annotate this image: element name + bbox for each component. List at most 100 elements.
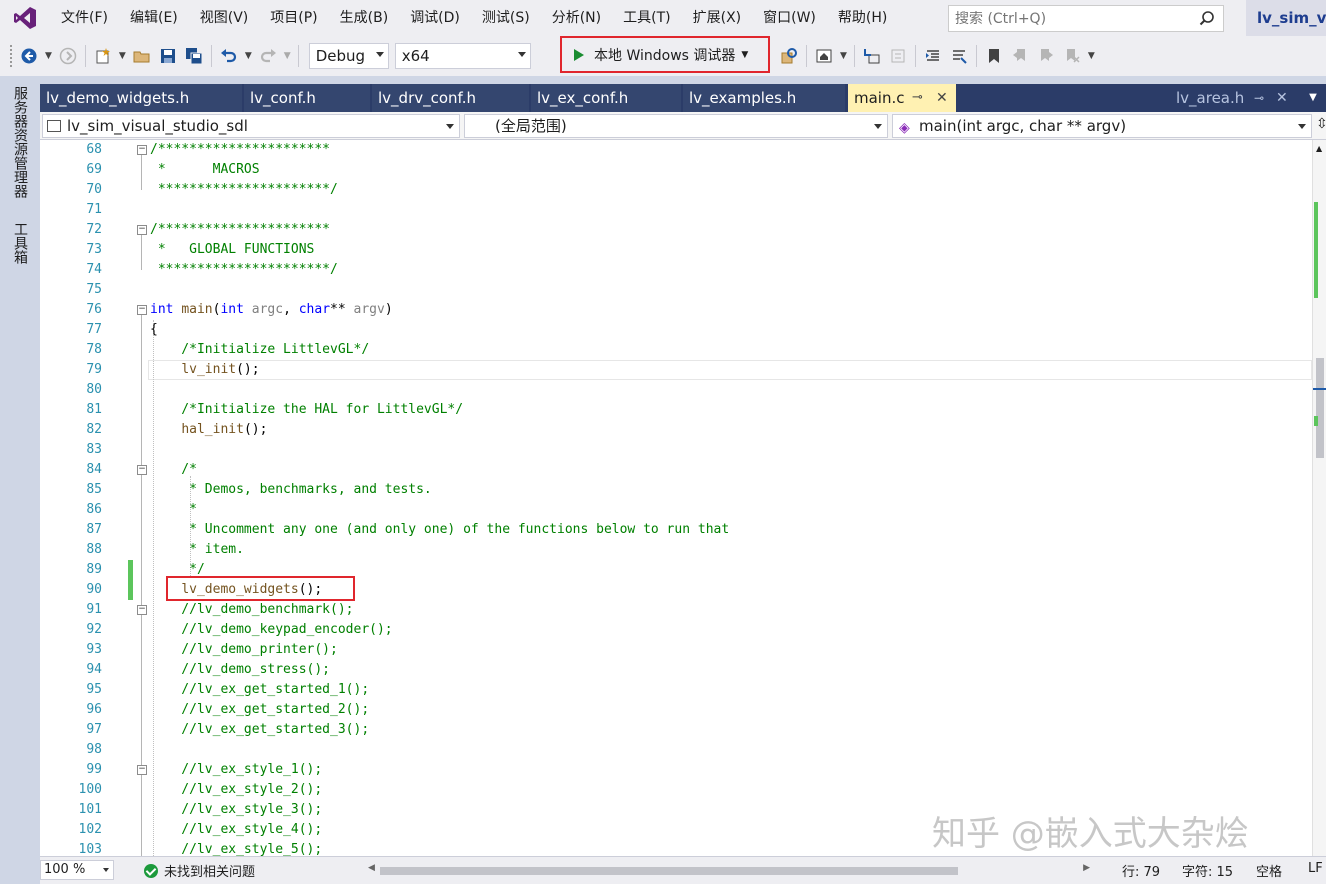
next-bookmark-icon[interactable]: [1034, 43, 1058, 69]
menu-item-3[interactable]: 项目(P): [259, 0, 328, 36]
comment-lines-icon[interactable]: [947, 43, 971, 69]
code-line[interactable]: 95 //lv_ex_get_started_1();: [40, 680, 1312, 700]
code-text[interactable]: /*: [150, 460, 197, 480]
toolbox-tab[interactable]: 工具箱: [10, 222, 30, 264]
collapse-icon[interactable]: −: [137, 305, 147, 315]
back-dropdown-icon[interactable]: ▼: [45, 51, 52, 61]
code-line[interactable]: 98: [40, 740, 1312, 760]
code-text[interactable]: {: [150, 320, 158, 340]
code-line[interactable]: 70 **********************/: [40, 180, 1312, 200]
code-text[interactable]: * Demos, benchmarks, and tests.: [150, 480, 432, 500]
code-text[interactable]: //lv_ex_style_4();: [150, 820, 322, 840]
code-text[interactable]: * Uncomment any one (and only one) of th…: [150, 520, 729, 540]
browser-dropdown-icon[interactable]: ▼: [840, 51, 847, 61]
tab-lv-examples-h[interactable]: lv_examples.h: [683, 84, 845, 112]
tab-lv-demo-widgets-h[interactable]: lv_demo_widgets.h: [40, 84, 242, 112]
code-editor[interactable]: 68/********************** 69 * MACROS 70 *…: [40, 140, 1326, 856]
close-icon[interactable]: ✕: [1276, 84, 1288, 112]
vertical-scrollbar[interactable]: ▲: [1312, 140, 1326, 856]
close-icon[interactable]: ✕: [936, 84, 948, 112]
redo-dropdown-icon[interactable]: ▼: [284, 51, 291, 61]
code-text[interactable]: //lv_demo_benchmark();: [150, 600, 353, 620]
solution-configuration-select[interactable]: Debug: [308, 43, 389, 69]
undo-icon[interactable]: [217, 43, 241, 69]
line-position[interactable]: 行: 79: [1122, 861, 1160, 880]
code-text[interactable]: //lv_ex_style_5();: [150, 840, 322, 856]
step-into-icon[interactable]: [860, 43, 884, 69]
code-line[interactable]: 83: [40, 440, 1312, 460]
menu-item-0[interactable]: 文件(F): [50, 0, 119, 36]
scroll-left-icon[interactable]: ◀: [368, 863, 375, 873]
code-line[interactable]: 94 //lv_demo_stress();: [40, 660, 1312, 680]
code-line[interactable]: 87 * Uncomment any one (and only one) of…: [40, 520, 1312, 540]
menu-item-9[interactable]: 扩展(X): [682, 0, 753, 36]
code-line[interactable]: 74 **********************/: [40, 260, 1312, 280]
tab-lv-conf-h[interactable]: lv_conf.h: [244, 84, 370, 112]
new-dropdown-icon[interactable]: ▼: [119, 51, 126, 61]
code-line[interactable]: 93 //lv_demo_printer();: [40, 640, 1312, 660]
menu-item-6[interactable]: 测试(S): [471, 0, 541, 36]
chevron-down-icon[interactable]: ▼: [741, 50, 748, 60]
search-box[interactable]: [948, 5, 1224, 32]
search-input[interactable]: [955, 10, 1195, 27]
new-project-icon[interactable]: [91, 43, 115, 69]
tab-dropdown-icon[interactable]: ▼: [1300, 84, 1326, 112]
code-text[interactable]: hal_init();: [150, 420, 267, 440]
tab-main-c[interactable]: main.c ⊸ ✕: [848, 84, 956, 112]
horizontal-scroll-thumb[interactable]: [380, 867, 958, 875]
collapse-icon[interactable]: −: [137, 605, 147, 615]
split-window-icon[interactable]: ⇳: [1316, 116, 1326, 132]
forward-icon[interactable]: [56, 43, 80, 69]
undo-dropdown-icon[interactable]: ▼: [245, 51, 252, 61]
code-text[interactable]: *: [150, 500, 197, 520]
code-line[interactable]: 73 * GLOBAL FUNCTIONS: [40, 240, 1312, 260]
horizontal-scrollbar[interactable]: ◀ ▶: [368, 861, 1090, 879]
visual-studio-logo-icon[interactable]: [12, 5, 38, 31]
line-ending[interactable]: LF: [1308, 861, 1323, 876]
save-icon[interactable]: [156, 43, 180, 69]
code-line[interactable]: 85 * Demos, benchmarks, and tests.: [40, 480, 1312, 500]
code-text[interactable]: int main(int argc, char** argv): [150, 300, 393, 320]
code-text[interactable]: //lv_ex_style_2();: [150, 780, 322, 800]
browser-link-icon[interactable]: [812, 43, 836, 69]
vertical-scroll-thumb[interactable]: [1316, 358, 1324, 458]
code-text[interactable]: //lv_demo_keypad_encoder();: [150, 620, 392, 640]
collapse-icon[interactable]: −: [137, 465, 147, 475]
code-text[interactable]: * MACROS: [150, 160, 260, 180]
code-text[interactable]: lv_init();: [150, 360, 259, 380]
scope-select[interactable]: (全局范围): [464, 114, 888, 138]
tab-lv-ex-conf-h[interactable]: lv_ex_conf.h: [531, 84, 681, 112]
previous-bookmark-icon[interactable]: [1008, 43, 1032, 69]
menu-item-7[interactable]: 分析(N): [541, 0, 612, 36]
menu-item-11[interactable]: 帮助(H): [827, 0, 898, 36]
zoom-select[interactable]: 100 %: [40, 860, 114, 880]
menu-item-4[interactable]: 生成(B): [329, 0, 400, 36]
clear-bookmarks-icon[interactable]: [1060, 43, 1084, 69]
code-text[interactable]: //lv_ex_get_started_1();: [150, 680, 369, 700]
code-line[interactable]: 91 //lv_demo_benchmark();: [40, 600, 1312, 620]
code-line[interactable]: 100 //lv_ex_style_2();: [40, 780, 1312, 800]
code-line[interactable]: 97 //lv_ex_get_started_3();: [40, 720, 1312, 740]
code-text[interactable]: //lv_demo_printer();: [150, 640, 338, 660]
collapse-icon[interactable]: −: [137, 145, 147, 155]
collapse-icon[interactable]: −: [137, 225, 147, 235]
code-line[interactable]: 82 hal_init();: [40, 420, 1312, 440]
search-icon[interactable]: [1199, 10, 1215, 30]
toolbar-grip[interactable]: [10, 45, 16, 67]
menu-item-10[interactable]: 窗口(W): [752, 0, 827, 36]
member-select[interactable]: ◈ main(int argc, char ** argv): [892, 114, 1312, 138]
tab-lv-area-h[interactable]: lv_area.h ⊸ ✕: [1170, 84, 1296, 112]
find-in-files-icon[interactable]: [777, 43, 801, 69]
menu-item-5[interactable]: 调试(D): [399, 0, 471, 36]
code-line[interactable]: 71: [40, 200, 1312, 220]
code-line[interactable]: 68 /**********************: [40, 140, 1312, 160]
issues-indicator[interactable]: 未找到相关问题: [144, 861, 255, 880]
menu-item-8[interactable]: 工具(T): [612, 0, 681, 36]
code-text[interactable]: //lv_demo_stress();: [150, 660, 330, 680]
collapse-icon[interactable]: −: [137, 765, 147, 775]
solution-platform-select[interactable]: x64: [394, 43, 531, 69]
code-text[interactable]: //lv_ex_style_1();: [150, 760, 322, 780]
start-debugging-button[interactable]: 本地 Windows 调试器 ▼: [560, 36, 770, 73]
code-text[interactable]: **********************/: [150, 260, 338, 280]
code-line[interactable]: 96 //lv_ex_get_started_2();: [40, 700, 1312, 720]
